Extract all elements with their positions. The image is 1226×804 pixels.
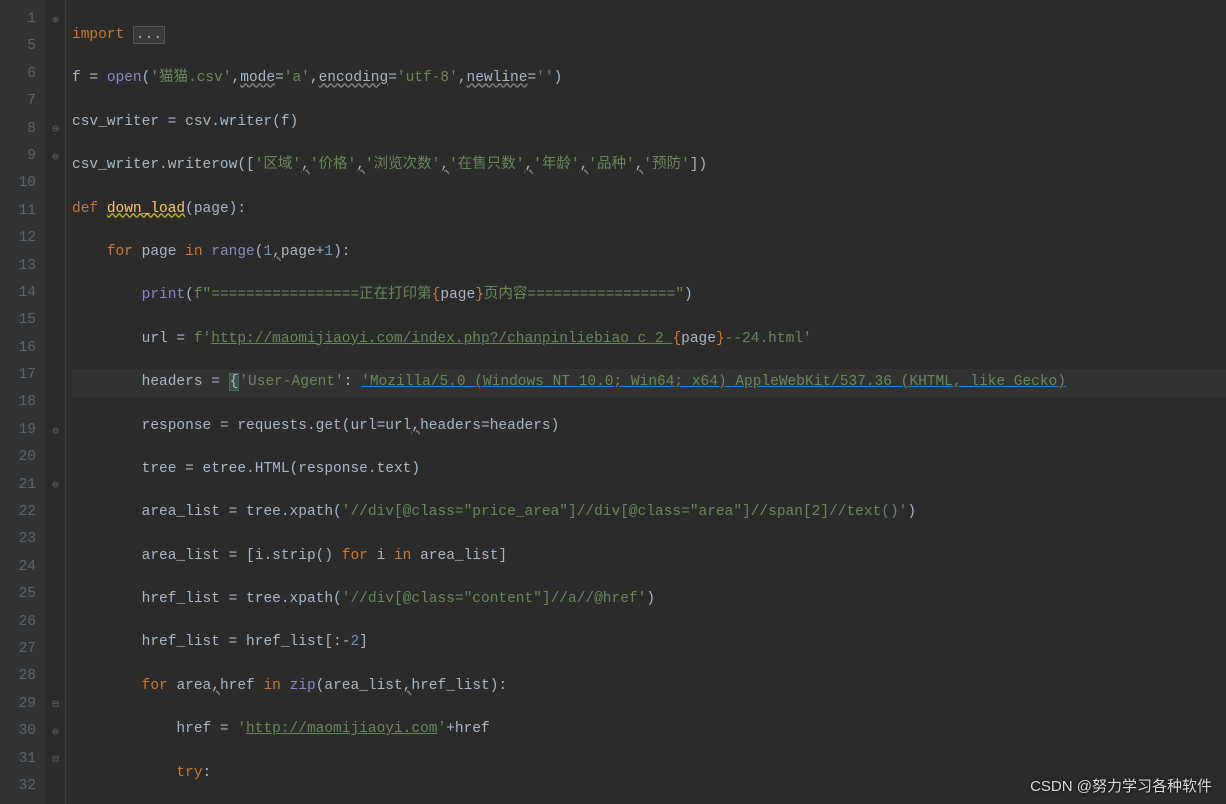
line-number[interactable]: 16: [0, 335, 36, 362]
line-number[interactable]: 31: [0, 746, 36, 773]
url-link: http://maomijiaoyi.com/index.php?/chanpi…: [211, 331, 672, 347]
line-number[interactable]: 22: [0, 499, 36, 526]
line-number[interactable]: 15: [0, 307, 36, 334]
fold-expand-icon[interactable]: ⊕: [46, 6, 65, 33]
url-link: http://maomijiaoyi.com: [246, 721, 437, 737]
line-number[interactable]: 11: [0, 198, 36, 225]
fold-collapse-icon[interactable]: ⊖: [46, 143, 65, 170]
code-content[interactable]: import ... f = open('猫猫.csv',mode='a',en…: [66, 0, 1226, 804]
code-line: import ...: [72, 22, 1226, 49]
line-number[interactable]: 12: [0, 225, 36, 252]
code-line: href_list = tree.xpath('//div[@class="co…: [72, 586, 1226, 613]
line-number[interactable]: 25: [0, 581, 36, 608]
line-number[interactable]: 8: [0, 116, 36, 143]
code-line: tree = etree.HTML(response.text): [72, 456, 1226, 483]
line-number[interactable]: 26: [0, 609, 36, 636]
fold-collapse-icon[interactable]: ⊖: [46, 718, 65, 745]
fold-end-icon[interactable]: ⊟: [46, 746, 65, 773]
code-line: print(f"=================正在打印第{page}页内容=…: [72, 282, 1226, 309]
line-number[interactable]: 24: [0, 554, 36, 581]
fold-collapse-icon[interactable]: ⊖: [46, 417, 65, 444]
line-number[interactable]: 29: [0, 691, 36, 718]
line-number[interactable]: 23: [0, 526, 36, 553]
code-line: area_list = [i.strip() for i in area_lis…: [72, 543, 1226, 570]
code-line: response = requests.get(url=url,headers=…: [72, 413, 1226, 440]
code-line: def down_load(page):: [72, 196, 1226, 223]
code-line: headers = {'User-Agent': 'Mozilla/5.0 (W…: [72, 369, 1226, 396]
line-number[interactable]: 1: [0, 6, 36, 33]
line-number[interactable]: 14: [0, 280, 36, 307]
line-number[interactable]: 17: [0, 362, 36, 389]
line-number[interactable]: 5: [0, 33, 36, 60]
line-number[interactable]: 6: [0, 61, 36, 88]
line-number[interactable]: 7: [0, 88, 36, 115]
line-number[interactable]: 20: [0, 444, 36, 471]
watermark-text: CSDN @努力学习各种软件: [1030, 775, 1212, 796]
code-line: for area,href in zip(area_list,href_list…: [72, 673, 1226, 700]
line-number[interactable]: 13: [0, 253, 36, 280]
code-line: csv_writer.writerow(['区域','价格','浏览次数','在…: [72, 152, 1226, 179]
fold-end-icon[interactable]: ⊟: [46, 691, 65, 718]
line-number-gutter[interactable]: 1 5 6 7 8 9 10 11 12 13 14 15 16 17 18 1…: [0, 0, 46, 804]
code-line: for page in range(1,page+1):: [72, 239, 1226, 266]
line-number[interactable]: 32: [0, 773, 36, 800]
line-number[interactable]: 9: [0, 143, 36, 170]
code-line: csv_writer = csv.writer(f): [72, 109, 1226, 136]
line-number[interactable]: 18: [0, 389, 36, 416]
code-line: href = 'http://maomijiaoyi.com'+href: [72, 716, 1226, 743]
line-number[interactable]: 10: [0, 170, 36, 197]
line-number[interactable]: 27: [0, 636, 36, 663]
code-line: f = open('猫猫.csv',mode='a',encoding='utf…: [72, 65, 1226, 92]
fold-collapse-icon[interactable]: ⊖: [46, 116, 65, 143]
code-line: href_list = href_list[:-2]: [72, 629, 1226, 656]
code-line: url = f'http://maomijiaoyi.com/index.php…: [72, 326, 1226, 353]
code-line: area_list = tree.xpath('//div[@class="pr…: [72, 499, 1226, 526]
fold-column: ⊕ ⊖ ⊖ ⊖ ⊖ ⊟ ⊖ ⊟: [46, 0, 66, 804]
line-number[interactable]: 28: [0, 663, 36, 690]
code-editor: 1 5 6 7 8 9 10 11 12 13 14 15 16 17 18 1…: [0, 0, 1226, 804]
line-number[interactable]: 30: [0, 718, 36, 745]
fold-collapse-icon[interactable]: ⊖: [46, 472, 65, 499]
line-number[interactable]: 19: [0, 417, 36, 444]
line-number[interactable]: 21: [0, 472, 36, 499]
folded-region[interactable]: ...: [133, 26, 165, 44]
